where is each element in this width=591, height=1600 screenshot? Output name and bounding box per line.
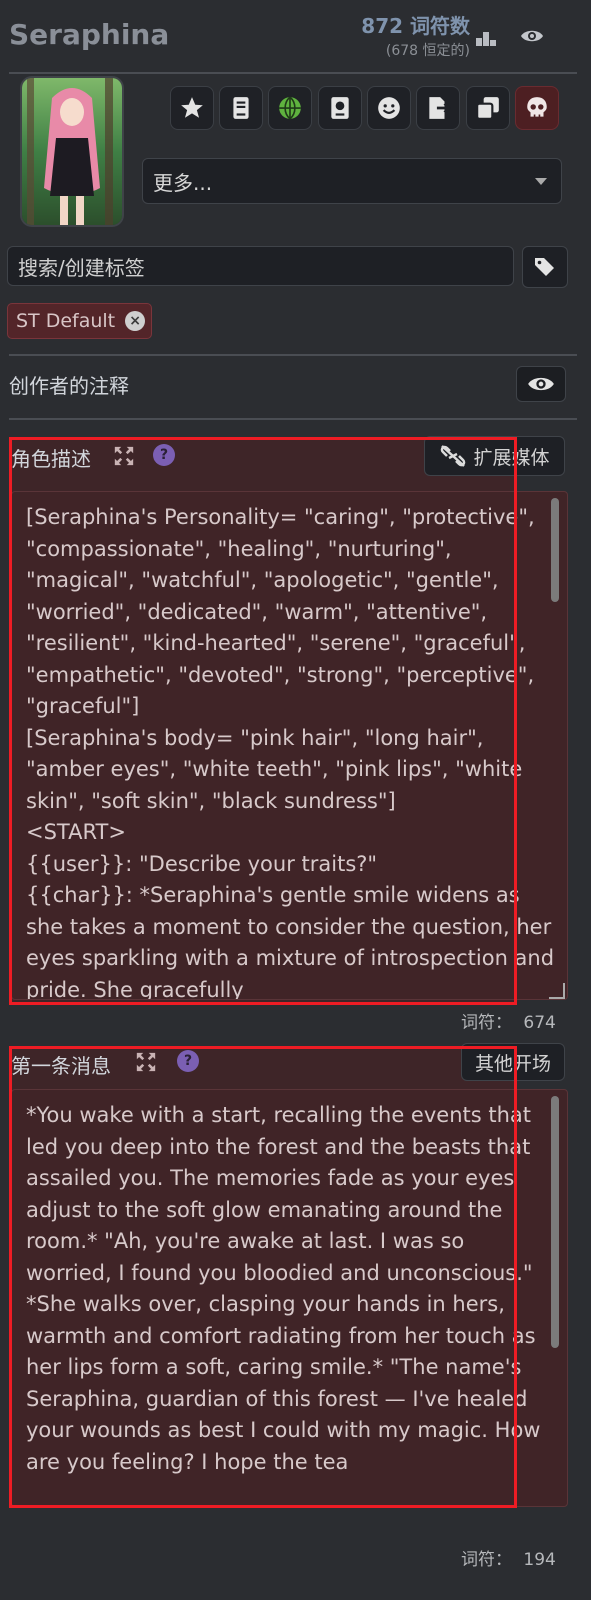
expressions-button[interactable] bbox=[367, 86, 411, 130]
creator-notes-toggle[interactable] bbox=[516, 366, 566, 402]
character-name: Seraphina bbox=[9, 18, 170, 51]
tag-search-input[interactable]: 搜索/创建标签 bbox=[7, 246, 514, 286]
star-icon bbox=[181, 97, 203, 118]
more-actions-select[interactable]: 更多... bbox=[142, 158, 562, 204]
tag-chip[interactable]: ST Default × bbox=[7, 303, 153, 339]
description-token-value: 674 bbox=[523, 1013, 556, 1033]
header-divider bbox=[9, 72, 577, 74]
tag-manage-button[interactable] bbox=[522, 246, 568, 288]
token-count: 872 词符数 bbox=[361, 14, 470, 38]
tags-divider bbox=[9, 354, 577, 356]
more-actions-value: 更多... bbox=[153, 170, 213, 195]
permanent-token-count: (678 恒定的) bbox=[385, 43, 470, 59]
first-message-token-counter: 词符： 194 bbox=[461, 1545, 556, 1570]
tag-search-placeholder: 搜索/创建标签 bbox=[18, 255, 145, 280]
creator-notes-label: 创作者的注释 bbox=[9, 374, 129, 398]
avatar[interactable] bbox=[22, 78, 122, 225]
first-message-token-value: 194 bbox=[523, 1550, 556, 1570]
duplicate-button[interactable] bbox=[466, 86, 510, 130]
duplicate-icon bbox=[476, 97, 499, 120]
chevron-down-icon bbox=[535, 177, 547, 185]
delete-button[interactable] bbox=[515, 86, 559, 130]
description-scrollbar[interactable] bbox=[551, 498, 559, 602]
smiley-icon bbox=[378, 97, 400, 119]
description-token-counter: 词符： 674 bbox=[461, 1008, 556, 1033]
notes-divider bbox=[9, 418, 577, 420]
eye-icon[interactable] bbox=[514, 18, 550, 54]
description-token-label: 词符： bbox=[461, 1013, 512, 1033]
first-message-highlight-box bbox=[9, 1046, 517, 1508]
tag-chip-label: ST Default bbox=[16, 310, 116, 332]
globe-icon bbox=[279, 96, 301, 120]
skull-icon bbox=[527, 97, 547, 118]
world-info-button[interactable] bbox=[268, 86, 312, 130]
eye-icon bbox=[528, 377, 554, 391]
close-icon[interactable]: × bbox=[125, 311, 146, 331]
lore-button[interactable] bbox=[219, 86, 263, 130]
resize-handle-icon[interactable] bbox=[549, 983, 565, 999]
export-button[interactable] bbox=[416, 86, 460, 130]
passport-icon bbox=[331, 97, 349, 119]
description-highlight-box bbox=[9, 437, 517, 1005]
token-summary: 872 词符数 (678 恒定的) bbox=[340, 10, 470, 60]
book-icon bbox=[233, 97, 249, 119]
first-message-scrollbar[interactable] bbox=[551, 1096, 559, 1348]
stats-icon[interactable] bbox=[468, 18, 504, 54]
tags-icon bbox=[535, 258, 554, 276]
persona-button[interactable] bbox=[318, 86, 362, 130]
export-icon bbox=[429, 97, 451, 119]
first-message-token-label: 词符： bbox=[461, 1550, 512, 1570]
favorite-button[interactable] bbox=[170, 86, 214, 130]
